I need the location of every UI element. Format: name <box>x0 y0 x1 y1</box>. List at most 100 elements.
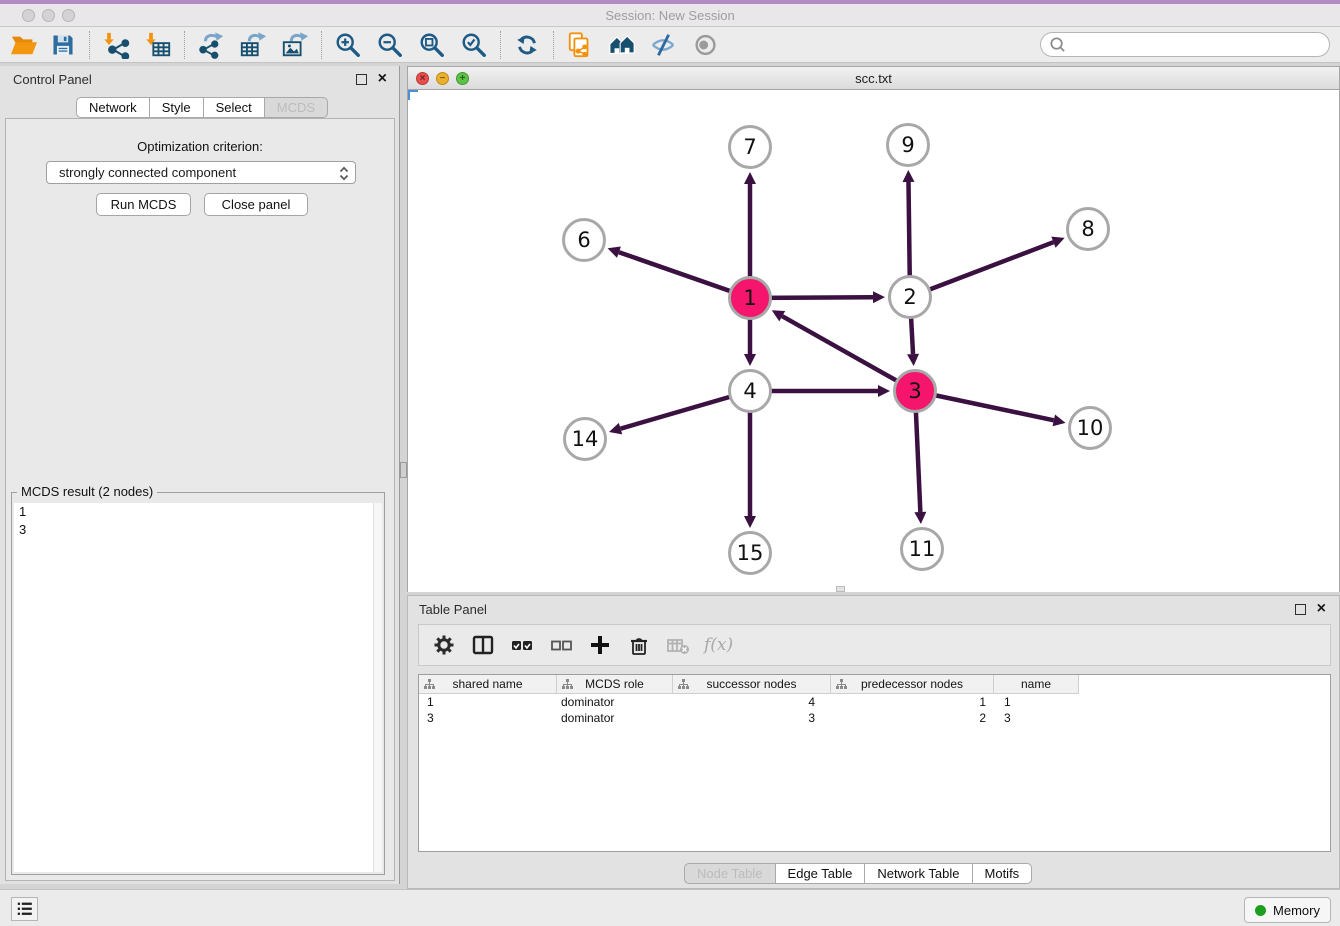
column-type-icon <box>836 679 847 693</box>
control-panel-tabbar: Network Style Select MCDS <box>76 97 328 118</box>
table-row[interactable]: 1dominator411 <box>419 694 1330 710</box>
close-panel-icon[interactable] <box>378 69 387 89</box>
table-cell: dominator <box>557 695 673 709</box>
column-header-shared-name[interactable]: shared name <box>419 675 557 693</box>
network-canvas[interactable]: 7968124314101511 <box>408 90 1339 592</box>
mcds-result-title: MCDS result (2 nodes) <box>17 484 157 499</box>
import-table-icon <box>144 31 172 59</box>
import-table-button[interactable] <box>137 29 179 61</box>
table-cell: 1 <box>831 695 994 709</box>
tab-network-table[interactable]: Network Table <box>864 863 972 884</box>
table-cell: dominator <box>557 711 673 725</box>
tab-edge-table[interactable]: Edge Table <box>775 863 866 884</box>
graph-node-label-4: 4 <box>743 379 756 403</box>
unselect-all-columns-button[interactable] <box>548 632 574 658</box>
export-table-button[interactable] <box>232 29 274 61</box>
column-header-predecessor-nodes[interactable]: predecessor nodes <box>831 675 994 693</box>
task-history-button[interactable] <box>11 897 38 921</box>
apply-layout-button[interactable] <box>506 29 548 61</box>
mcds-result-box: MCDS result (2 nodes) 1 3 <box>11 492 385 875</box>
graph-node-label-15: 15 <box>737 541 764 565</box>
zoom-selected-button[interactable] <box>453 29 495 61</box>
open-session-button[interactable] <box>6 29 42 61</box>
column-label: MCDS role <box>585 677 644 691</box>
import-network-button[interactable] <box>95 29 137 61</box>
graph-edge-3-1[interactable] <box>782 316 915 391</box>
panel-splitter-grip[interactable] <box>400 462 407 478</box>
export-network-button[interactable] <box>190 29 232 61</box>
open-folder-icon <box>10 32 38 58</box>
table-row[interactable]: 3dominator323 <box>419 710 1330 726</box>
delete-table-button[interactable] <box>665 632 691 658</box>
hide-selected-button[interactable] <box>643 29 685 61</box>
mcds-result-list[interactable]: 1 3 <box>14 503 382 872</box>
refresh-arrows-icon <box>513 31 541 59</box>
canvas-resize-grip[interactable] <box>836 586 845 592</box>
tab-style[interactable]: Style <box>149 97 204 118</box>
column-label: successor nodes <box>706 677 796 691</box>
column-header-name[interactable]: name <box>994 675 1079 693</box>
eye-slash-icon <box>650 31 678 59</box>
memory-button[interactable]: Memory <box>1244 897 1331 923</box>
tab-mcds[interactable]: MCDS <box>264 97 328 118</box>
unchecked-boxes-icon <box>549 633 573 657</box>
delete-column-button[interactable] <box>626 632 652 658</box>
toolbar-separator <box>553 31 554 59</box>
toolbar-separator <box>500 31 501 59</box>
tab-select[interactable]: Select <box>203 97 265 118</box>
criterion-value: strongly connected component <box>59 165 236 180</box>
mcds-panel: Optimization criterion: strongly connect… <box>5 118 395 881</box>
table-cell: 3 <box>673 711 831 725</box>
network-window-titlebar[interactable]: scc.txt <box>408 67 1339 90</box>
delete-table-icon <box>666 633 690 657</box>
show-column-button[interactable] <box>470 632 496 658</box>
clone-network-button[interactable] <box>559 29 601 61</box>
run-mcds-button[interactable]: Run MCDS <box>96 193 191 216</box>
zoom-fit-icon <box>418 31 446 59</box>
tab-network[interactable]: Network <box>76 97 150 118</box>
node-table-rows: 1dominator4113dominator323 <box>419 694 1330 726</box>
column-header-mcds-role[interactable]: MCDS role <box>557 675 673 693</box>
search-field[interactable] <box>1040 32 1330 57</box>
tab-motifs[interactable]: Motifs <box>972 863 1033 884</box>
focus-corner <box>408 90 410 100</box>
merge-networks-button[interactable] <box>601 29 643 61</box>
node-table-header: shared name MCDS role successor nodes pr… <box>419 675 1079 694</box>
tab-node-table[interactable]: Node Table <box>684 863 776 884</box>
zoom-in-icon <box>334 31 362 59</box>
node-table[interactable]: shared name MCDS role successor nodes pr… <box>418 674 1331 852</box>
result-scrollbar[interactable] <box>373 503 382 872</box>
criterion-dropdown[interactable]: strongly connected component <box>46 161 356 184</box>
checked-boxes-icon <box>510 633 534 657</box>
close-panel-icon[interactable] <box>1317 599 1326 619</box>
columns-icon <box>471 633 495 657</box>
close-panel-button[interactable]: Close panel <box>204 193 308 216</box>
graph-node-label-14: 14 <box>572 427 599 451</box>
export-network-icon <box>197 31 225 59</box>
export-image-button[interactable] <box>274 29 316 61</box>
zoom-in-button[interactable] <box>327 29 369 61</box>
column-type-icon <box>678 679 689 693</box>
zoom-fit-button[interactable] <box>411 29 453 61</box>
graph-edge-2-8[interactable] <box>910 242 1053 297</box>
network-graph[interactable]: 7968124314101511 <box>408 90 1339 592</box>
save-session-button[interactable] <box>42 29 84 61</box>
search-input[interactable] <box>1067 35 1329 55</box>
search-icon <box>1048 35 1067 54</box>
function-builder-button[interactable]: f(x) <box>704 632 733 658</box>
column-label: name <box>1021 677 1051 691</box>
create-column-button[interactable] <box>587 632 613 658</box>
select-all-columns-button[interactable] <box>509 632 535 658</box>
float-panel-icon[interactable] <box>1295 604 1306 615</box>
save-floppy-icon <box>50 32 76 58</box>
zoom-selected-icon <box>460 31 488 59</box>
column-header-successor-nodes[interactable]: successor nodes <box>673 675 831 693</box>
zoom-out-button[interactable] <box>369 29 411 61</box>
plus-icon <box>588 633 612 657</box>
table-settings-button[interactable] <box>431 632 457 658</box>
result-node: 1 <box>14 503 382 521</box>
zoom-out-icon <box>376 31 404 59</box>
show-all-button[interactable] <box>685 29 727 61</box>
control-panel-title: Control Panel <box>13 72 92 87</box>
float-panel-icon[interactable] <box>356 74 367 85</box>
